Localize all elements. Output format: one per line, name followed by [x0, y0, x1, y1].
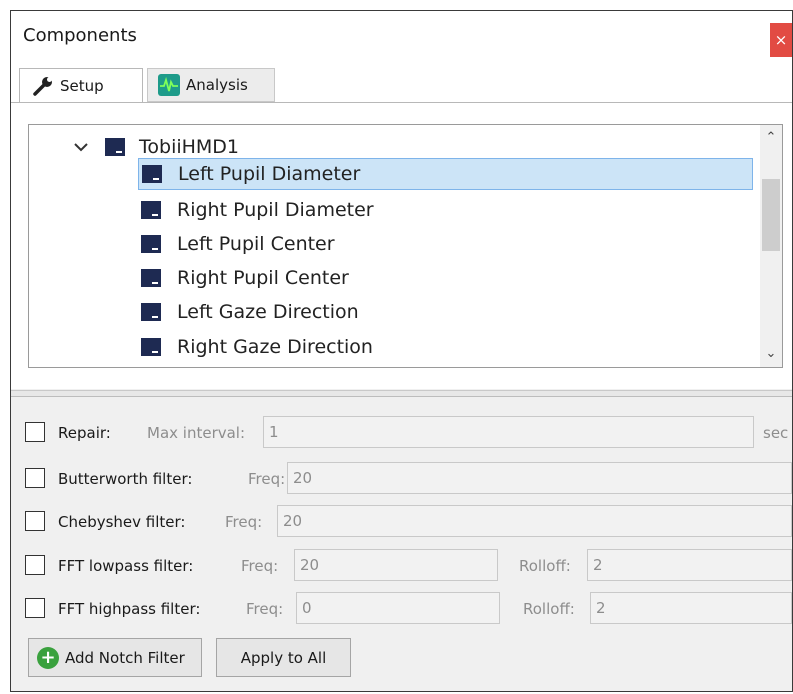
fft-lowpass-rolloff-label: Rolloff: [519, 557, 571, 575]
tree-item-label: Right Pupil Center [177, 267, 349, 289]
butterworth-label: Butterworth filter: [58, 470, 193, 488]
tree-item-label: Left Pupil Center [177, 233, 335, 255]
component-tree[interactable]: TobiiHMD1 Left Pupil Diameter Right Pupi… [28, 124, 783, 368]
wrench-icon [33, 76, 52, 96]
tree-item[interactable]: Left Pupil Diameter [138, 158, 753, 190]
fft-lowpass-row: FFT lowpass filter: Freq: 20 Rolloff: 2 [11, 549, 792, 581]
tree-item-label: Left Pupil Diameter [178, 163, 361, 185]
add-circle-icon: + [37, 646, 59, 669]
fft-highpass-rolloff-input[interactable]: 2 [590, 592, 792, 624]
scroll-down-icon[interactable]: ⌄ [760, 343, 782, 365]
title-bar: Components × [11, 11, 792, 66]
channel-icon [141, 338, 161, 356]
chebyshev-row: Chebyshev filter: Freq: 20 [11, 505, 792, 537]
fft-highpass-row: FFT highpass filter: Freq: 0 Rolloff: 2 [11, 592, 792, 624]
butterworth-freq-input[interactable]: 20 [287, 462, 792, 494]
channel-icon [141, 201, 161, 219]
channel-icon [141, 303, 161, 321]
splitter[interactable] [11, 390, 792, 397]
chevron-down-icon[interactable] [73, 139, 89, 155]
channel-icon [142, 165, 162, 183]
butterworth-freq-label: Freq: [248, 470, 286, 488]
setup-pane: TobiiHMD1 Left Pupil Diameter Right Pupi… [11, 102, 792, 389]
max-interval-input[interactable]: 1 [263, 416, 754, 448]
tree-item[interactable]: Left Pupil Center [141, 228, 335, 260]
butterworth-checkbox[interactable] [25, 468, 45, 488]
tree-item[interactable]: Right Pupil Center [141, 262, 349, 294]
max-interval-label: Max interval: [147, 424, 246, 442]
tree-scrollbar[interactable]: ⌃ ⌄ [760, 125, 782, 367]
close-button[interactable]: × [770, 23, 792, 57]
tree-device-label: TobiiHMD1 [139, 136, 240, 158]
fft-lowpass-rolloff-input[interactable]: 2 [587, 549, 792, 581]
tab-analysis-label: Analysis [186, 76, 248, 94]
tree-item-label: Left Gaze Direction [177, 301, 359, 323]
tab-bar: Setup Analysis [11, 66, 792, 102]
tree-item[interactable]: Left Gaze Direction [141, 296, 359, 328]
fft-highpass-label: FFT highpass filter: [58, 600, 201, 618]
tree-item[interactable]: Right Gaze Direction [141, 331, 373, 363]
fft-highpass-rolloff-label: Rolloff: [523, 600, 575, 618]
repair-checkbox[interactable] [25, 422, 45, 442]
tab-analysis[interactable]: Analysis [147, 68, 275, 102]
tree-item[interactable]: Right Pupil Diameter [141, 194, 374, 226]
add-notch-filter-button[interactable]: + Add Notch Filter [28, 638, 202, 677]
fft-highpass-freq-input[interactable]: 0 [296, 592, 500, 624]
scroll-up-icon[interactable]: ⌃ [760, 127, 782, 149]
fft-lowpass-freq-input[interactable]: 20 [294, 549, 498, 581]
tree-item-label: Right Pupil Diameter [177, 199, 374, 221]
tab-setup[interactable]: Setup [19, 68, 143, 102]
apply-to-all-button[interactable]: Apply to All [216, 638, 351, 677]
chebyshev-checkbox[interactable] [25, 511, 45, 531]
channel-icon [141, 235, 161, 253]
channel-icon [141, 269, 161, 287]
fft-lowpass-checkbox[interactable] [25, 555, 45, 575]
chebyshev-freq-label: Freq: [225, 513, 263, 531]
fft-lowpass-freq-label: Freq: [241, 557, 279, 575]
components-window: Components × Setup Analysis TobiiHMD1 Le… [10, 10, 793, 692]
tree-item-label: Right Gaze Direction [177, 336, 373, 358]
add-notch-filter-label: Add Notch Filter [65, 648, 185, 667]
fft-highpass-freq-label: Freq: [246, 600, 284, 618]
chebyshev-label: Chebyshev filter: [58, 513, 186, 531]
tab-setup-label: Setup [60, 76, 104, 95]
scroll-thumb[interactable] [762, 179, 780, 251]
fft-highpass-checkbox[interactable] [25, 598, 45, 618]
chebyshev-freq-input[interactable]: 20 [277, 505, 792, 537]
repair-label: Repair: [58, 424, 111, 442]
window-title: Components [23, 25, 137, 46]
repair-row: Repair: Max interval: 1 sec [11, 416, 792, 448]
device-icon [105, 138, 125, 156]
fft-lowpass-label: FFT lowpass filter: [58, 557, 194, 575]
butterworth-row: Butterworth filter: Freq: 20 [11, 462, 792, 494]
sec-unit-label: sec [763, 424, 789, 442]
waveform-icon [158, 74, 180, 96]
